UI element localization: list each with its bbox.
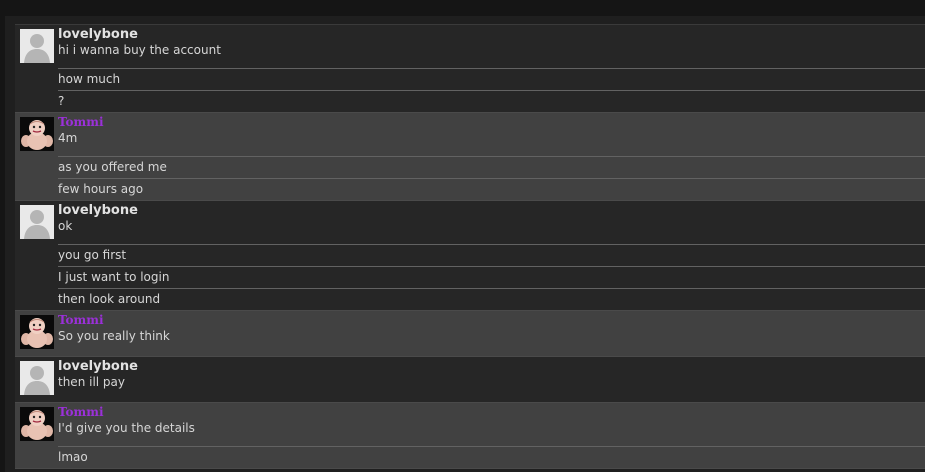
message-text: So you really think (58, 329, 170, 343)
username[interactable]: Tommi (58, 113, 925, 130)
default-avatar-icon[interactable] (20, 29, 54, 63)
message-group: lovelybone hi i wanna buy the account how … (15, 25, 925, 113)
message-list: lovelybone hi i wanna buy the account how … (15, 24, 925, 469)
tommi-avatar-icon[interactable] (20, 117, 54, 151)
username[interactable]: Tommi (58, 403, 925, 420)
message-text: how much (58, 68, 925, 90)
message-text: 4m (58, 131, 78, 145)
default-avatar-icon[interactable] (20, 361, 54, 395)
message-group: lovelybone then ill pay (15, 357, 925, 403)
username[interactable]: lovelybone (58, 25, 925, 42)
message-text: ? (58, 90, 925, 112)
message-text: hi i wanna buy the account (58, 43, 221, 57)
message-group: lovelybone ok you go first I just want to l… (15, 201, 925, 311)
message-text: few hours ago (58, 178, 925, 200)
message-group: Tommi 4m as you offered me few hours ago (15, 113, 925, 201)
message-text: I just want to login (58, 266, 925, 288)
chat-panel: lovelybone hi i wanna buy the account how … (5, 16, 925, 472)
username[interactable]: lovelybone (58, 201, 925, 218)
message-text: I'd give you the details (58, 421, 195, 435)
message-text: then ill pay (58, 375, 126, 389)
message-group: Tommi So you really think (15, 311, 925, 357)
message-text: as you offered me (58, 156, 925, 178)
message-group: Tommi I'd give you the details lmao (15, 403, 925, 469)
message-text: lmao (58, 446, 925, 468)
tommi-avatar-icon[interactable] (20, 407, 54, 441)
message-text: you go first (58, 244, 925, 266)
message-text: ok (58, 219, 73, 233)
message-text: then look around (58, 288, 925, 310)
username[interactable]: Tommi (58, 311, 925, 328)
tommi-avatar-icon[interactable] (20, 315, 54, 349)
username[interactable]: lovelybone (58, 357, 925, 374)
default-avatar-icon[interactable] (20, 205, 54, 239)
